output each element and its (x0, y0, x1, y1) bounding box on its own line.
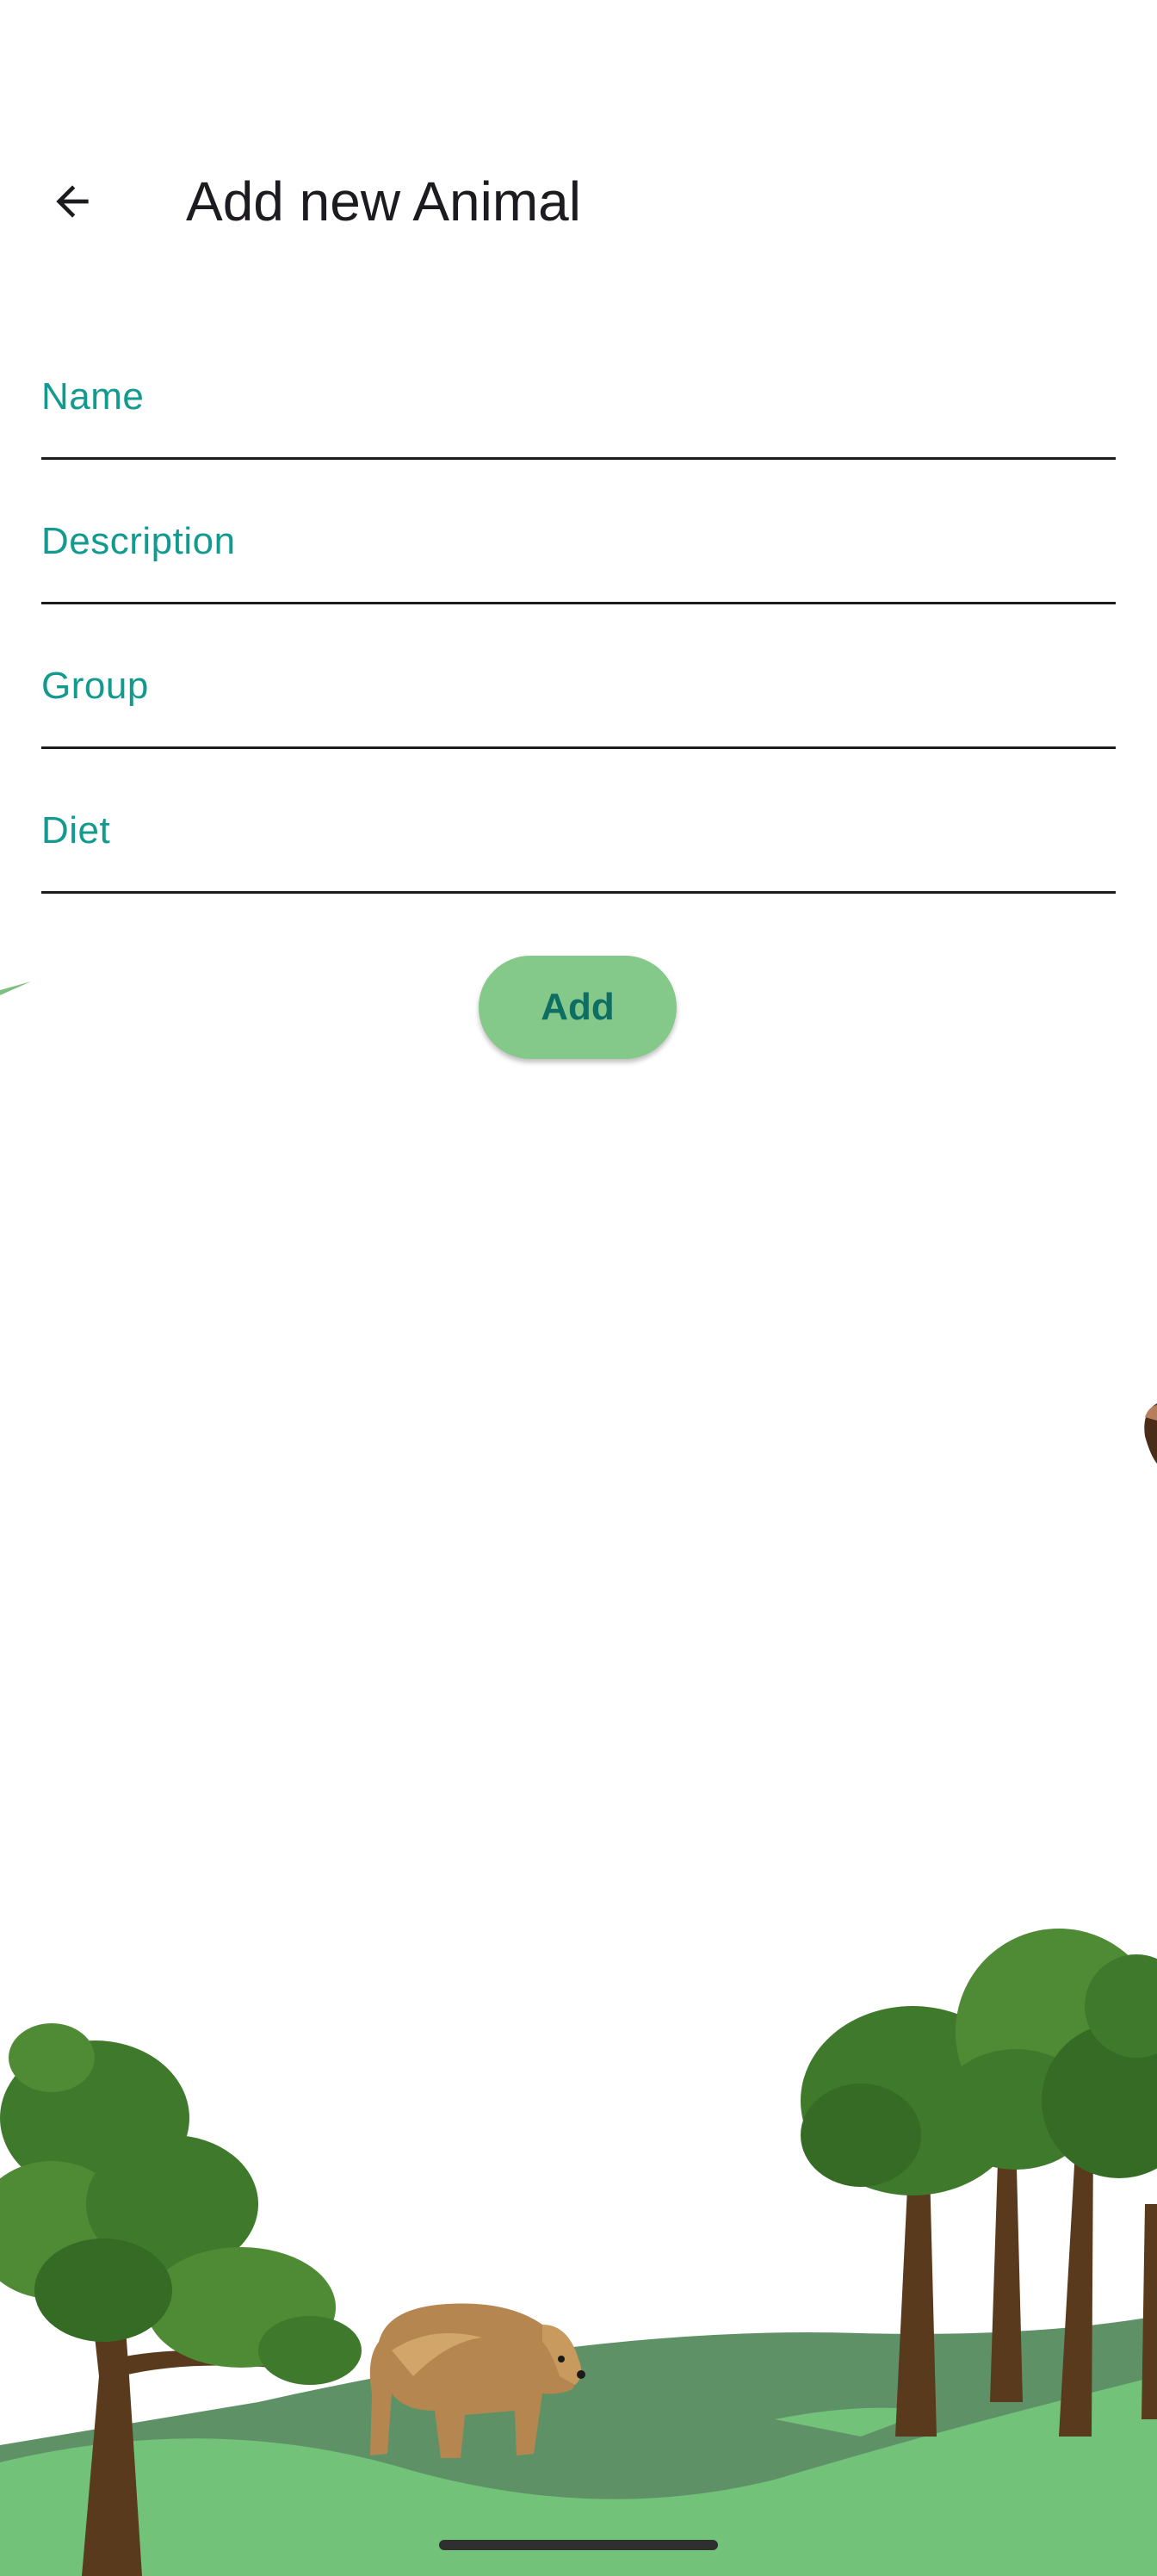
right-trees-illustration (801, 1929, 1157, 2437)
back-button[interactable] (36, 165, 108, 238)
add-button[interactable]: Add (479, 956, 677, 1059)
description-input[interactable] (41, 510, 1119, 580)
description-field[interactable]: Description (41, 467, 1119, 604)
left-tree-illustration (0, 2023, 362, 2576)
group-field[interactable]: Group (41, 611, 1119, 749)
name-field[interactable]: Name (41, 322, 1119, 460)
back-hill-illustration (0, 2316, 1157, 2576)
diet-field-underline (41, 891, 1116, 894)
group-field-underline (41, 746, 1116, 749)
description-field-underline (41, 602, 1116, 604)
diet-field[interactable]: Diet (41, 756, 1119, 894)
diet-input[interactable] (41, 799, 1119, 870)
page-title: Add new Animal (186, 170, 581, 232)
name-field-underline (41, 457, 1116, 460)
app-bar: Add new Animal (0, 129, 1157, 274)
arrow-back-icon (56, 185, 89, 218)
name-input[interactable] (41, 365, 1119, 436)
home-indicator[interactable] (439, 2540, 718, 2550)
bear-illustration (369, 2303, 585, 2458)
group-input[interactable] (41, 654, 1119, 725)
